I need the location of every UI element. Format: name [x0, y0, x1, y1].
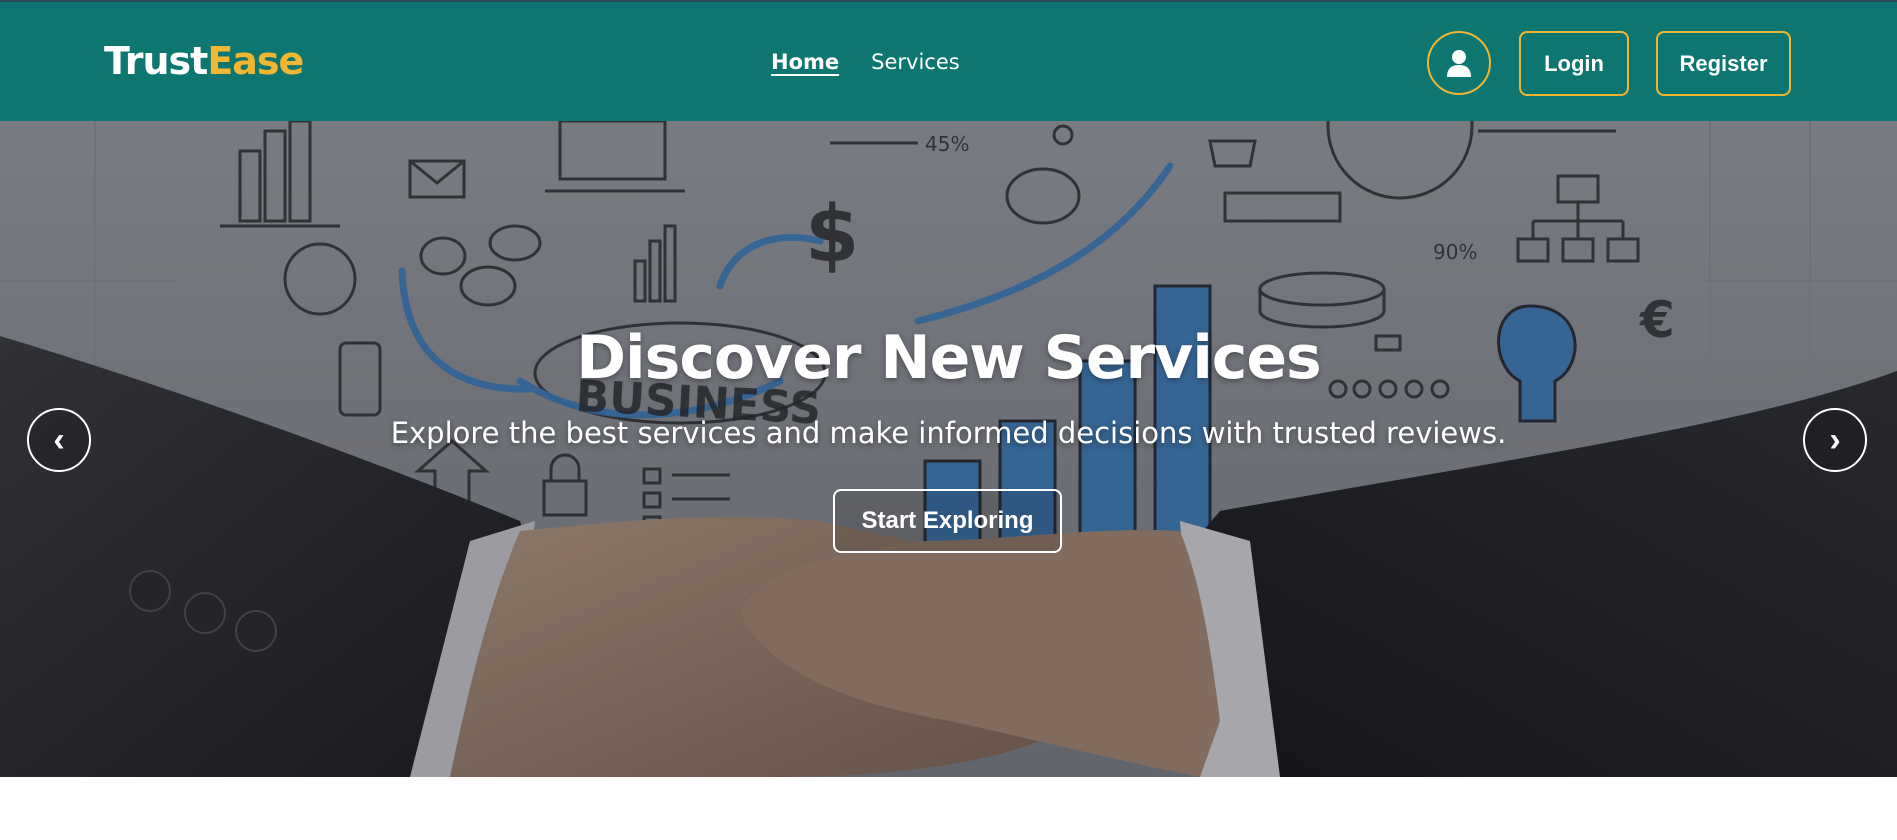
nav-link-home[interactable]: Home — [771, 52, 839, 73]
brand-name-ease: Ease — [207, 39, 304, 83]
hero-subtitle: Explore the best services and make infor… — [390, 416, 1507, 450]
start-exploring-button[interactable]: Start Exploring — [833, 489, 1062, 553]
login-button[interactable]: Login — [1519, 31, 1629, 96]
profile-button[interactable] — [1427, 31, 1491, 95]
carousel-next-button[interactable]: › — [1803, 408, 1867, 472]
nav-link-services[interactable]: Services — [871, 52, 960, 73]
register-button[interactable]: Register — [1656, 31, 1791, 96]
brand-name-trust: Trust — [104, 39, 208, 83]
chevron-left-icon: ‹ — [53, 421, 65, 459]
chevron-right-icon: › — [1829, 421, 1841, 459]
carousel-prev-button[interactable]: ‹ — [27, 408, 91, 472]
hero-carousel: $ € BUSINESS 45% 90% Discover New Servic… — [0, 121, 1897, 777]
brand-logo[interactable]: TrustEase — [104, 39, 304, 83]
hero-title: Discover New Services — [576, 323, 1322, 393]
main-nav: Home Services — [771, 52, 960, 73]
top-navbar: TrustEase Home Services Login Register — [0, 0, 1897, 121]
user-icon — [1447, 50, 1471, 77]
